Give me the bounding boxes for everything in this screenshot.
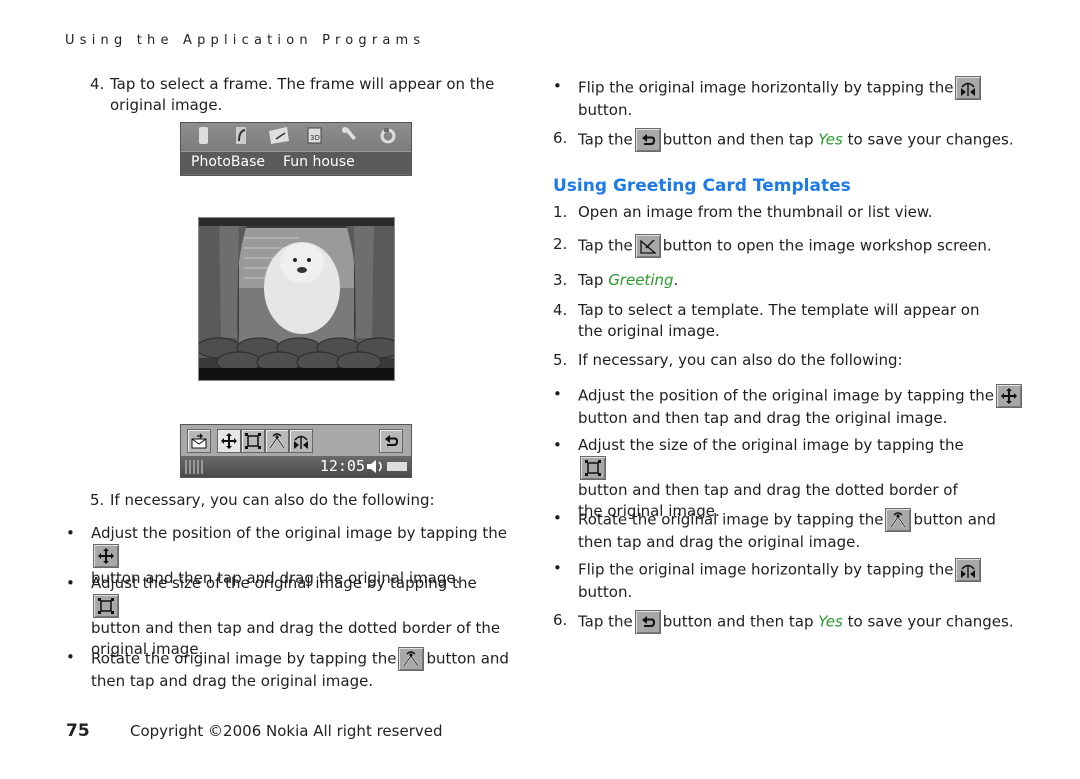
step-text: Tap to select a template. The template w… bbox=[578, 301, 980, 340]
tab-photobase[interactable]: PhotoBase bbox=[191, 154, 265, 170]
step-text-before: Tap the bbox=[578, 236, 633, 255]
menu-icon-row: 3D bbox=[181, 123, 411, 149]
step-text-middle: button and then tap bbox=[662, 612, 814, 631]
bullet-text: Flip the original image horizontally by … bbox=[578, 558, 1018, 603]
resize-icon[interactable] bbox=[241, 429, 265, 453]
flip-icon bbox=[955, 76, 982, 100]
step-text: Tap the button to open the image workshop… bbox=[578, 234, 1028, 258]
phone-menu-screen: 3D PhotoBase Fun house bbox=[180, 122, 412, 176]
bullet-dot: • bbox=[553, 559, 562, 577]
bullet-text-after: button and then tap and drag the origina… bbox=[578, 409, 948, 427]
bullet-text-after: button. bbox=[578, 583, 633, 601]
bullet-text-before: Rotate the original image by tapping the bbox=[91, 649, 397, 668]
step-text-before: Tap bbox=[578, 271, 604, 289]
move-icon[interactable] bbox=[217, 429, 241, 453]
step-text-before: Tap the bbox=[578, 130, 633, 149]
running-head: Using the Application Programs bbox=[65, 33, 426, 48]
step-number: 2. bbox=[553, 235, 568, 253]
step-number: 1. bbox=[553, 203, 568, 221]
status-bar: 12:05 bbox=[181, 456, 411, 477]
back-icon bbox=[634, 610, 661, 634]
page-number: 75 bbox=[66, 721, 90, 741]
yes-emphasis: Yes bbox=[818, 612, 843, 631]
step-text: Tap the button and then tap Yes to save y… bbox=[578, 610, 1028, 634]
bullet-dot: • bbox=[553, 385, 562, 403]
send-icon[interactable] bbox=[187, 429, 211, 453]
dog-photo-illustration bbox=[199, 218, 394, 380]
step-text-content: If necessary, you can also do the follow… bbox=[110, 491, 435, 509]
bullet-text-before: Adjust the size of the original image by… bbox=[91, 574, 477, 592]
resize-icon bbox=[93, 594, 119, 618]
image-workshop-icon bbox=[634, 234, 661, 258]
bullet-text-before: Adjust the position of the original imag… bbox=[578, 386, 995, 405]
flip-icon bbox=[955, 558, 982, 582]
bullet-text-before: Flip the original image horizontally by … bbox=[578, 560, 954, 579]
yes-emphasis: Yes bbox=[818, 130, 843, 149]
svg-text:3D: 3D bbox=[310, 134, 320, 142]
step-text-after: button to open the image workshop screen… bbox=[662, 236, 992, 255]
bullet-text: Flip the original image horizontally by … bbox=[578, 76, 1018, 121]
step-text-before: Tap the bbox=[578, 612, 633, 631]
bullet-dot: • bbox=[553, 509, 562, 527]
signal-icon bbox=[185, 460, 203, 474]
volume-battery-icon bbox=[367, 460, 407, 473]
flip-icon[interactable] bbox=[289, 429, 313, 453]
bullet-text: Rotate the original image by tapping the… bbox=[91, 647, 511, 692]
copyright: Copyright ©2006 Nokia All right reserved bbox=[130, 722, 443, 740]
step-number: 5. bbox=[553, 351, 568, 369]
refresh-icon[interactable] bbox=[380, 128, 396, 144]
music-icon[interactable] bbox=[236, 127, 246, 144]
bullet-text-before: Flip the original image horizontally by … bbox=[578, 78, 954, 97]
bullet-text: Adjust the position of the original imag… bbox=[578, 384, 1028, 429]
bullet-text-before: Rotate the original image by tapping the bbox=[578, 510, 884, 529]
step-text-middle: button and then tap bbox=[662, 130, 814, 149]
resize-icon bbox=[580, 456, 606, 480]
step-number: 3. bbox=[553, 271, 568, 289]
back-icon bbox=[634, 128, 661, 152]
step-text: Open an image from the thumbnail or list… bbox=[578, 203, 933, 221]
rotate-icon bbox=[398, 647, 425, 671]
bullet-dot: • bbox=[553, 436, 562, 454]
step-text-after: . bbox=[673, 271, 679, 289]
wrench-icon[interactable] bbox=[342, 127, 356, 140]
framed-photo bbox=[198, 217, 395, 381]
step-text: If necessary, you can also do the follow… bbox=[91, 490, 435, 511]
greeting-emphasis: Greeting bbox=[608, 271, 674, 289]
clock: 12:05 bbox=[319, 457, 365, 475]
rotate-icon bbox=[885, 508, 912, 532]
bullet-text: Rotate the original image by tapping the… bbox=[578, 508, 998, 553]
step-number: 6. bbox=[553, 611, 568, 629]
bullet-text-after: button. bbox=[578, 101, 633, 119]
mail-icon[interactable] bbox=[269, 127, 289, 144]
step-text: If necessary, you can also do the follow… bbox=[578, 351, 903, 369]
back-icon[interactable] bbox=[379, 429, 403, 453]
move-icon bbox=[996, 384, 1023, 408]
phone-toolbar-screen: 12:05 bbox=[180, 424, 412, 478]
step-text: Tap the button and then tap Yes to save y… bbox=[578, 128, 1028, 152]
bullet-text-before: Adjust the size of the original image by… bbox=[578, 436, 964, 454]
step-text: Tap Greeting. bbox=[578, 270, 678, 291]
bullet-dot: • bbox=[553, 77, 562, 95]
bullet-dot: • bbox=[66, 524, 75, 542]
step-number: 6. bbox=[553, 129, 568, 147]
move-icon bbox=[93, 544, 119, 568]
step-text-tail: to save your changes. bbox=[847, 130, 1014, 149]
bullet-dot: • bbox=[66, 648, 75, 666]
step-text-tail: to save your changes. bbox=[847, 612, 1014, 631]
bullet-text-before: Adjust the position of the original imag… bbox=[91, 524, 508, 542]
step-number: 4. bbox=[553, 301, 568, 319]
calendar-3d-icon[interactable]: 3D bbox=[307, 127, 322, 144]
phone-icon[interactable] bbox=[199, 127, 208, 144]
rotate-icon[interactable] bbox=[265, 429, 289, 453]
section-heading: Using Greeting Card Templates bbox=[553, 176, 851, 196]
menu-tabs: PhotoBase Fun house bbox=[181, 151, 411, 174]
bullet-dot: • bbox=[66, 574, 75, 592]
tab-fun-house[interactable]: Fun house bbox=[283, 154, 355, 170]
step-text: Tap to select a frame. The frame will ap… bbox=[110, 75, 495, 114]
